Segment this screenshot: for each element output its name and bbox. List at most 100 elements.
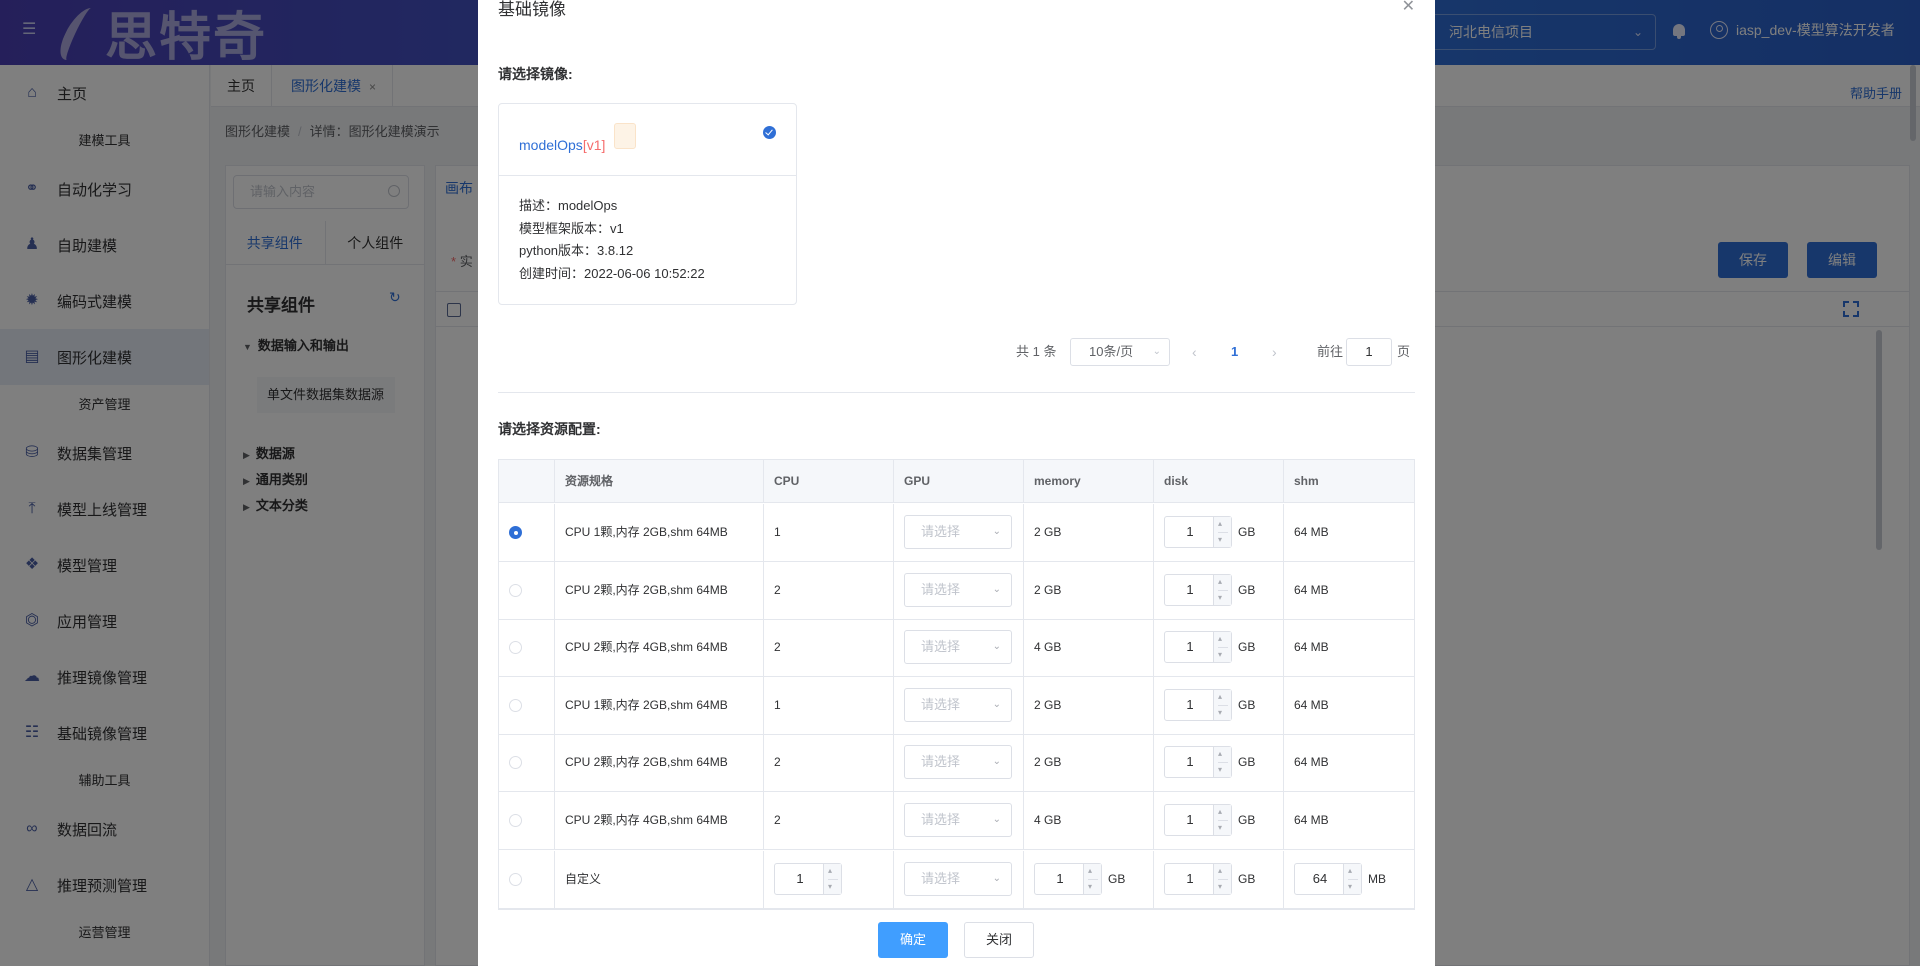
radio-button[interactable] [509,698,522,712]
select-placeholder: 请选择 [921,639,961,654]
radio-button[interactable] [509,873,522,886]
gpu-cell: 请选择 ⌄ [894,504,1024,561]
check-circle-icon [763,126,776,139]
gpu-select[interactable]: 请选择 ⌄ [904,572,1012,607]
gpu-cell: 请选择 ⌄ [894,561,1024,619]
stepper-arrows-icon[interactable] [1083,864,1101,894]
disk-stepper[interactable]: 1 [1164,746,1232,778]
stepper-arrows-icon[interactable] [1213,689,1231,720]
table-row-custom[interactable]: 自定义 1 请选择 ⌄ 1 GB 1 GB 64 MB [499,851,1414,909]
gpu-select[interactable]: 请选择 ⌄ [904,630,1012,664]
shm-cell: 64 MB [1284,851,1414,908]
close-icon[interactable]: ✕ [1402,0,1415,15]
pager-current-page[interactable]: 1 [1231,338,1238,366]
shm-cell: 64 MB [1294,812,1329,827]
stepper-arrows-icon[interactable] [1213,747,1231,777]
stepper-arrows-icon[interactable] [823,864,841,894]
shm-cell: 64 MB [1294,525,1329,539]
image-version: v1 [586,137,602,153]
pager-goto-suffix: 页 [1397,344,1411,359]
select-placeholder: 请选择 [921,581,961,597]
radio-cell [499,676,555,734]
radio-button[interactable] [509,756,522,769]
gpu-select[interactable]: 请选择 ⌄ [904,802,1012,837]
shm-cell: 64 MB [1294,640,1329,654]
gpu-cell: 请选择 ⌄ [894,619,1024,676]
gpu-select[interactable]: 请选择 ⌄ [904,687,1012,722]
disk-stepper[interactable]: 1 [1164,573,1232,606]
radio-cell [499,619,555,676]
confirm-button[interactable]: 确定 [878,922,948,958]
radio-button[interactable] [509,641,522,654]
radio-cell [499,851,555,908]
memory-cell: 2 GB [1024,676,1154,734]
spec-cell: CPU 1颗,内存 2GB,shm 64MB [555,676,764,734]
radio-cell [499,561,555,619]
stepper-value: 1 [796,871,804,886]
pager-prev-icon[interactable]: ‹ [1192,338,1197,366]
memory-cell: 2 GB [1024,734,1154,791]
disk-stepper[interactable]: 1 [1164,863,1232,895]
table-header-cell: disk [1154,460,1284,503]
stepper-arrows-icon[interactable] [1213,632,1231,662]
spec-cell: CPU 1颗,内存 2GB,shm 64MB [555,504,764,561]
unit-label: GB [1238,582,1256,597]
gpu-select[interactable]: 请选择 ⌄ [904,515,1012,549]
stepper-arrows-icon[interactable] [1213,574,1231,605]
radio-button[interactable] [509,526,522,539]
unit-label: GB [1238,755,1256,769]
radio-cell [499,504,555,561]
stepper-arrows-icon[interactable] [1213,864,1231,894]
gpu-select[interactable]: 请选择 ⌄ [904,862,1012,896]
stepper-value: 1 [1186,811,1194,827]
select-placeholder: 请选择 [921,524,961,539]
select-placeholder: 请选择 [921,811,961,827]
pager-goto-input[interactable]: 1 [1346,338,1392,366]
table-row[interactable]: CPU 1颗,内存 2GB,shm 64MB 1 请选择⌄ 2 GB 1 GB … [499,676,1414,735]
gpu-select[interactable]: 请选择 ⌄ [904,745,1012,779]
stepper-value: 1 [1186,524,1194,539]
select-placeholder: 请选择 [921,696,961,712]
radio-cell [499,791,555,849]
resource-table: 资源规格 CPU GPU memory disk shm CPU 1颗,内存 2… [498,459,1415,910]
spec-cell: 自定义 [555,851,764,908]
unit-label: GB [1238,872,1256,886]
radio-button[interactable] [509,813,522,827]
gpu-cell: 请选择 ⌄ [894,734,1024,791]
radio-button[interactable] [509,583,522,597]
disk-stepper[interactable]: 1 [1164,803,1232,836]
select-resource-label: 请选择资源配置: [498,421,601,437]
table-row[interactable]: CPU 2颗,内存 4GB,shm 64MB 2 请选择⌄ 4 GB 1 GB … [499,791,1414,850]
chevron-down-icon: ⌄ [992,756,1001,767]
disk-stepper[interactable]: 1 [1164,688,1232,721]
table-row[interactable]: CPU 2颗,内存 2GB,shm 64MB 2 请选择⌄ 2 GB 1 GB … [499,734,1414,792]
close-button[interactable]: 关闭 [964,922,1034,958]
table-row[interactable]: CPU 2颗,内存 2GB,shm 64MB 2 请选择⌄ 2 GB 1 GB … [499,561,1414,620]
gpu-cell: 请选择 ⌄ [894,851,1024,908]
stepper-value: 64 [1312,871,1328,886]
table-row[interactable]: CPU 2颗,内存 4GB,shm 64MB 2 请选择⌄ 4 GB 1 GB … [499,619,1414,677]
shm-cell: 64 MB [1294,697,1329,712]
disk-cell: 1 GB [1154,791,1284,849]
unit-label: GB [1238,697,1256,712]
memory-stepper[interactable]: 1 [1034,863,1102,895]
cpu-cell: 2 [764,561,894,619]
pager-next-icon[interactable]: › [1272,338,1277,366]
shm-stepper[interactable]: 64 [1294,863,1362,895]
table-row[interactable]: CPU 1颗,内存 2GB,shm 64MB 1 请选择⌄ 2 GB 1 GB … [499,504,1414,562]
table-header: 资源规格 CPU GPU memory disk shm [499,460,1414,503]
disk-stepper[interactable]: 1 [1164,631,1232,663]
disk-stepper[interactable]: 1 [1164,516,1232,548]
disk-cell: 1 GB [1154,734,1284,791]
memory-cell: 4 GB [1024,791,1154,849]
stepper-arrows-icon[interactable] [1213,517,1231,547]
stepper-value: 1 [1056,871,1064,886]
gpu-cell: 请选择 ⌄ [894,676,1024,734]
dialog-title: 基础镜像 [498,0,566,19]
pager-size-select[interactable]: 10条/页 ⌄ [1070,338,1170,366]
cpu-stepper[interactable]: 1 [774,863,842,895]
stepper-arrows-icon[interactable] [1343,864,1361,894]
stepper-arrows-icon[interactable] [1213,804,1231,835]
image-card[interactable]: modelOps[v1] 描述：modelOps 模型框架版本：v1 pytho… [498,103,797,305]
memory-cell: 2 GB [1024,504,1154,561]
